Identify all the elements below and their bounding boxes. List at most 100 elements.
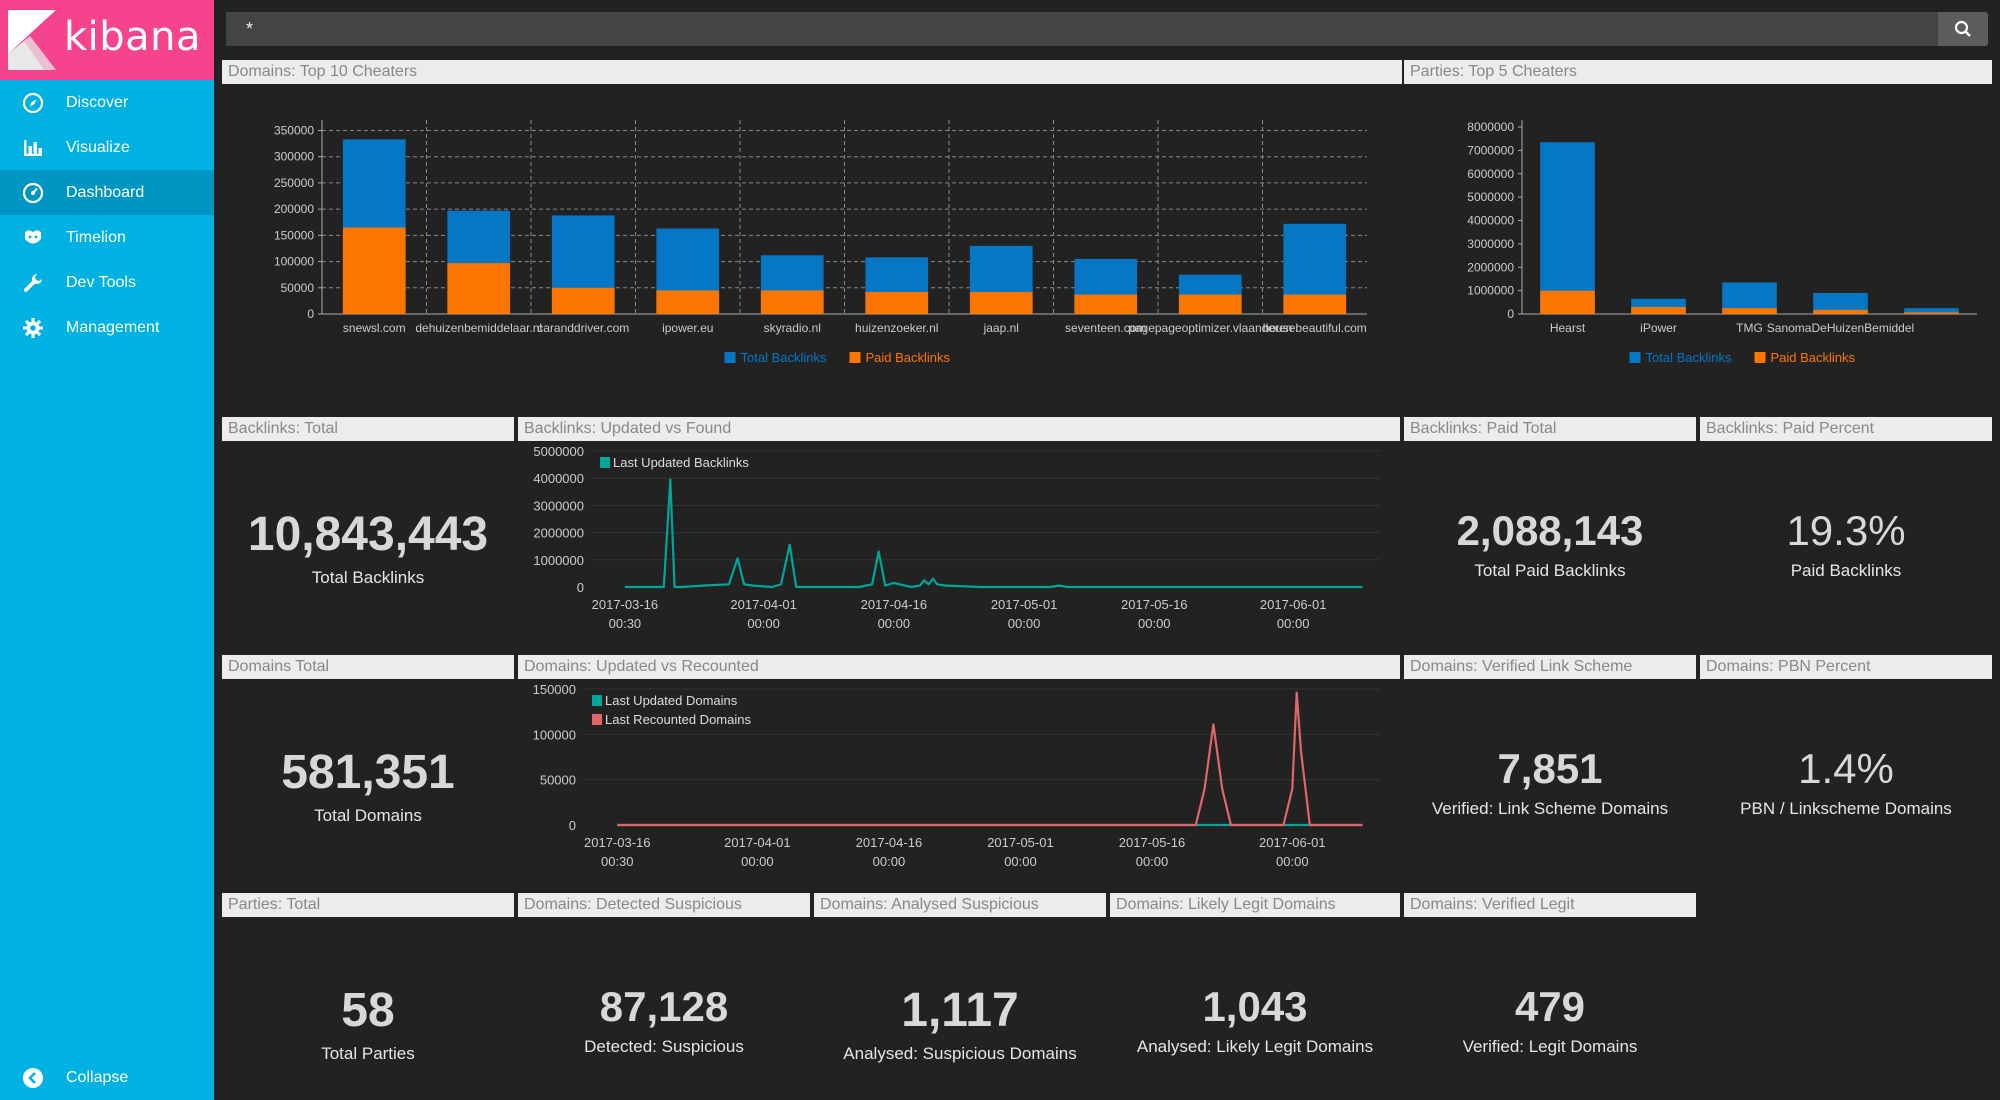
- legend-swatch-total: [724, 352, 736, 363]
- metric-label: Analysed: Suspicious Domains: [843, 1044, 1077, 1063]
- metric: 479 Verified: Legit Domains: [1404, 983, 1696, 1057]
- y-tick-label: 5000000: [1467, 190, 1514, 204]
- panel-domains-verified-legit: Domains: Verified Legit 479 Verified: Le…: [1404, 893, 1696, 1093]
- metric-label: Verified: Legit Domains: [1462, 1037, 1638, 1056]
- metric-value: 1.4%: [1798, 745, 1894, 792]
- x-tick-label: 2017-04-01: [724, 835, 791, 850]
- panel-title: Domains: Top 10 Cheaters: [222, 60, 1402, 84]
- panel-title: Domains: Verified Legit: [1404, 893, 1696, 917]
- bar-paid-backlinks: [1283, 294, 1347, 314]
- gear-icon: [20, 315, 46, 341]
- collapse-button[interactable]: Collapse: [0, 1055, 214, 1100]
- x-tick-label: jaap.nl: [983, 321, 1019, 335]
- sidebar-item-label: Management: [66, 318, 160, 336]
- y-tick-label: 4000000: [1467, 214, 1514, 228]
- y-tick-label: 0: [307, 307, 314, 321]
- x-tick-label: ipower.eu: [662, 321, 713, 335]
- panel-backlinks-total: Backlinks: Total 10,843,443 Total Backli…: [222, 417, 514, 649]
- metric-value: 19.3%: [1786, 507, 1906, 554]
- sidebar-item-label: Dev Tools: [66, 273, 136, 291]
- y-tick-label: 250000: [274, 176, 314, 190]
- x-tick-label: 00:00: [1277, 616, 1310, 631]
- query-input[interactable]: [226, 12, 1938, 46]
- x-tick-label: snewsl.com: [343, 321, 406, 335]
- panel-title: Backlinks: Paid Percent: [1700, 417, 1992, 441]
- metric: 1,043 Analysed: Likely Legit Domains: [1110, 983, 1400, 1057]
- y-tick-label: 0: [1507, 307, 1514, 321]
- bar-paid-backlinks: [1631, 306, 1686, 314]
- sidebar-item-label: Visualize: [66, 138, 130, 156]
- sidebar-nav: Discover Visualize Dashboard Timelion De…: [0, 80, 214, 350]
- bar-paid-backlinks: [969, 291, 1033, 314]
- panel-backlinks-paid-percent: Backlinks: Paid Percent 19.3% Paid Backl…: [1700, 417, 1992, 649]
- panel-title: Domains: Updated vs Recounted: [518, 655, 1400, 679]
- sidebar-item-timelion[interactable]: Timelion: [0, 215, 214, 260]
- bar-paid-backlinks: [1813, 309, 1868, 314]
- sidebar-item-dashboard[interactable]: Dashboard: [0, 170, 214, 215]
- dashboard-icon: [20, 180, 46, 206]
- panel-domains-analysed: Domains: Analysed Suspicious 1,117 Analy…: [814, 893, 1106, 1093]
- collapse-label: Collapse: [66, 1068, 129, 1086]
- x-tick-label: 00:00: [1138, 616, 1171, 631]
- search-button[interactable]: [1938, 12, 1988, 46]
- x-tick-label: 2017-06-01: [1259, 835, 1326, 850]
- y-tick-label: 350000: [274, 123, 314, 137]
- y-tick-label: 100000: [274, 255, 314, 269]
- x-tick-label: Hearst: [1550, 321, 1586, 335]
- bar-paid-backlinks: [1074, 294, 1138, 314]
- panel-title: Domains: Analysed Suspicious: [814, 893, 1106, 917]
- x-tick-label: 00:00: [741, 854, 774, 869]
- bar-chart-icon: [20, 135, 46, 161]
- metric-label: Total Paid Backlinks: [1474, 561, 1626, 580]
- x-tick-label: 2017-03-16: [584, 835, 651, 850]
- panel-title: Backlinks: Total: [222, 417, 514, 441]
- x-tick-label: 2017-04-16: [861, 597, 928, 612]
- sidebar-item-dev-tools[interactable]: Dev Tools: [0, 260, 214, 305]
- metric-value: 10,843,443: [247, 508, 489, 561]
- bar-paid-backlinks: [1904, 312, 1959, 314]
- bar-total-backlinks: [1540, 142, 1595, 314]
- metric: 1,117 Analysed: Suspicious Domains: [814, 983, 1106, 1064]
- metric: 581,351 Total Domains: [222, 745, 514, 826]
- x-tick-label: 00:30: [601, 854, 634, 869]
- panel-domains-updated: Domains: Updated vs Recounted 0 50000 1000…: [518, 655, 1400, 887]
- sidebar-item-label: Discover: [66, 93, 129, 111]
- bar-paid-backlinks: [1722, 308, 1777, 314]
- panel-domains-total: Domains Total 581,351 Total Domains: [222, 655, 514, 887]
- x-tick-label: 00:00: [747, 616, 780, 631]
- x-tick-label: 00:30: [609, 616, 642, 631]
- kibana-logo-icon: [8, 10, 56, 70]
- metric: 2,088,143 Total Paid Backlinks: [1404, 507, 1696, 581]
- panel-domains-likely-legit: Domains: Likely Legit Domains 1,043 Anal…: [1110, 893, 1400, 1093]
- metric-label: Total Parties: [321, 1044, 415, 1063]
- sidebar-item-management[interactable]: Management: [0, 305, 214, 350]
- query-bar: [226, 12, 1988, 46]
- x-tick-label: skyradio.nl: [764, 321, 821, 335]
- chart-parties-top5: 0 1000000 2000000 3000000 4000000 5000000 6000…: [1467, 120, 1977, 365]
- y-tick-label: 2000000: [1467, 260, 1514, 274]
- y-tick-label: 5000000: [533, 444, 584, 459]
- search-icon: [1954, 20, 1971, 37]
- sidebar-item-visualize[interactable]: Visualize: [0, 125, 214, 170]
- metric: 7,851 Verified: Link Scheme Domains: [1404, 745, 1696, 819]
- metric-value: 1,043: [1202, 983, 1308, 1030]
- bar-paid-backlinks: [1178, 294, 1242, 314]
- metric: 10,843,443 Total Backlinks: [222, 507, 514, 588]
- sidebar-item-discover[interactable]: Discover: [0, 80, 214, 125]
- timelion-icon: [20, 225, 46, 251]
- panel-parties-total: Parties: Total 58 Total Parties: [222, 893, 514, 1093]
- metric-value: 58: [341, 984, 395, 1037]
- chart-backlinks-updated: 0 1000000 2000000 3000000 4000000 5000000 2017…: [533, 444, 1380, 631]
- panel-domains-pbn-percent: Domains: PBN Percent 1.4% PBN / Linksche…: [1700, 655, 1992, 887]
- y-tick-label: 3000000: [1467, 237, 1514, 251]
- metric-label: Detected: Suspicious: [584, 1037, 744, 1056]
- legend-swatch-paid: [1754, 352, 1766, 363]
- legend-swatch: [592, 714, 602, 725]
- metric: 1.4% PBN / Linkscheme Domains: [1700, 745, 1992, 819]
- metric-label: Total Backlinks: [311, 568, 425, 587]
- y-tick-label: 4000000: [533, 471, 584, 486]
- metric-value: 7,851: [1497, 745, 1603, 792]
- legend-label: Last Recounted Domains: [605, 712, 751, 727]
- kibana-logo[interactable]: kibana: [0, 0, 214, 80]
- y-tick-label: 300000: [274, 150, 314, 164]
